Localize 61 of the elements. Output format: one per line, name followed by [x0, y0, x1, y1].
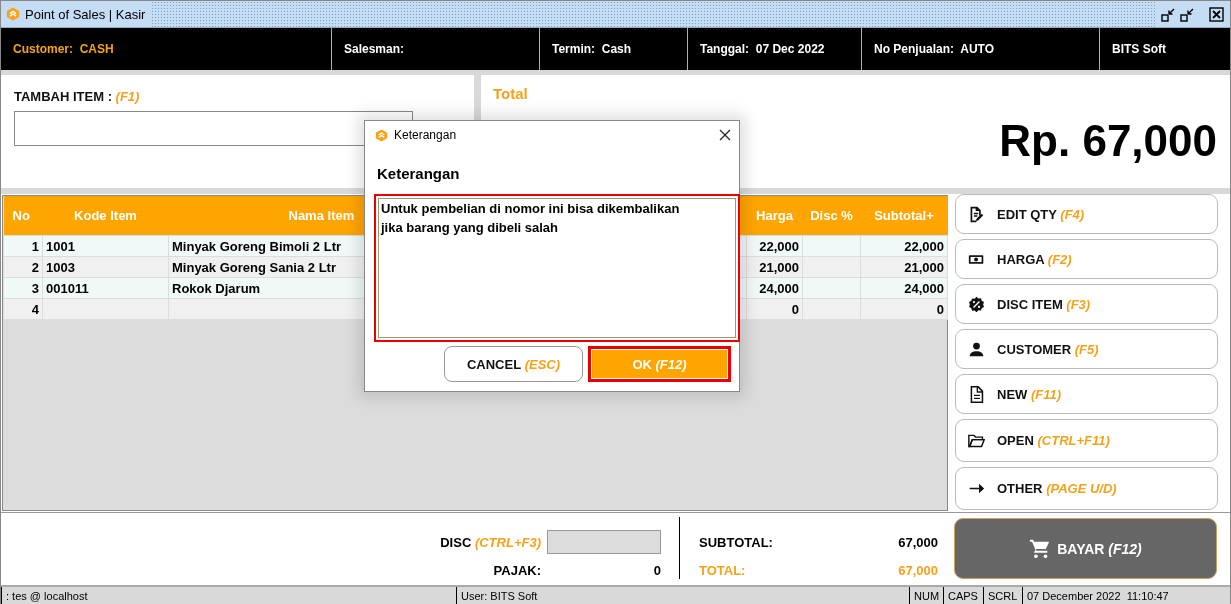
action-button[interactable]: OTHER (PAGE U/D) — [955, 467, 1218, 510]
info-field: Customer: CASH — [13, 42, 114, 56]
action-button[interactable]: DISC ITEM (F3) — [955, 284, 1218, 324]
subtotal-label: SUBTOTAL: — [699, 534, 774, 550]
cart-icon — [1029, 537, 1052, 560]
document-icon — [968, 385, 985, 403]
info-field: Salesman: — [344, 42, 405, 56]
status-field: SCRL — [983, 587, 1022, 604]
column-header: Kode Item — [42, 196, 169, 236]
folder-icon — [968, 432, 985, 449]
action-button[interactable]: EDIT QTY (F4) — [955, 194, 1218, 234]
column-header: No — [3, 196, 43, 236]
table-cell — [802, 235, 861, 257]
info-field: No Penjualan: AUTO — [874, 42, 994, 56]
column-header: Disc % — [802, 196, 861, 236]
discount-label: DISC (CTRL+F3) — [440, 534, 541, 550]
action-button[interactable]: CUSTOMER (F5) — [955, 329, 1218, 369]
edit-document-icon — [968, 205, 985, 223]
subtotal-value: 67,000 — [898, 534, 938, 550]
cancel-button[interactable]: CANCEL (ESC) — [444, 346, 583, 382]
table-cell: 3 — [3, 277, 43, 299]
total-label: TOTAL: — [699, 562, 747, 578]
app-logo-icon — [6, 7, 20, 21]
info-field: Tanggal: 07 Dec 2022 — [700, 42, 825, 56]
status-field: NUM — [909, 587, 943, 604]
total-amount: Rp. 67,000 — [999, 116, 1217, 166]
status-field: User: BITS Soft — [456, 587, 909, 604]
note-field[interactable]: Untuk pembelian di nomor ini bisa dikembalikan jika barang yang dibeli salah — [374, 194, 740, 342]
action-button[interactable]: HARGA (F2) — [955, 239, 1218, 279]
info-field: Termin: Cash — [552, 42, 632, 56]
app-logo-icon — [375, 128, 388, 142]
dialog-title: Keterangan — [394, 128, 458, 142]
action-button[interactable]: NEW (F11) — [955, 374, 1218, 414]
column-header: Subtotal+ — [860, 196, 948, 236]
discount-field[interactable] — [547, 530, 661, 554]
table-cell: 4 — [3, 298, 43, 320]
note-label: Keterangan — [377, 165, 461, 182]
tax-label: PAJAK: — [493, 562, 541, 578]
table-cell: 1 — [3, 235, 43, 257]
action-button[interactable]: OPEN (CTRL+F11) — [955, 419, 1218, 462]
person-icon — [968, 340, 985, 358]
table-cell: 22,000 — [746, 235, 803, 257]
restore-window-icon[interactable] — [1180, 6, 1195, 22]
discount-badge-icon — [968, 295, 985, 313]
total-value: 67,000 — [898, 562, 938, 578]
status-field: 07 December 2022 11:10:47 — [1022, 587, 1230, 604]
column-header: Harga — [746, 196, 803, 236]
status-field: : tes @ localhost — [1, 587, 456, 604]
status-field: CAPS — [943, 587, 983, 604]
add-item-label: TAMBAH ITEM : (F1) — [14, 89, 141, 104]
window-title: Point of Sales | Kasir — [25, 6, 146, 22]
restore-window-icon[interactable] — [1161, 6, 1176, 22]
close-icon[interactable] — [1209, 6, 1224, 22]
pay-button[interactable]: BAYAR (F12) — [954, 518, 1217, 579]
total-label: Total — [493, 85, 529, 102]
table-cell: 22,000 — [860, 235, 948, 257]
tax-value: 0 — [653, 562, 662, 578]
table-cell: 1001 — [42, 235, 169, 257]
table-cell: 2 — [3, 256, 43, 278]
info-field: BITS Soft — [1112, 42, 1166, 56]
close-icon[interactable] — [719, 129, 731, 141]
